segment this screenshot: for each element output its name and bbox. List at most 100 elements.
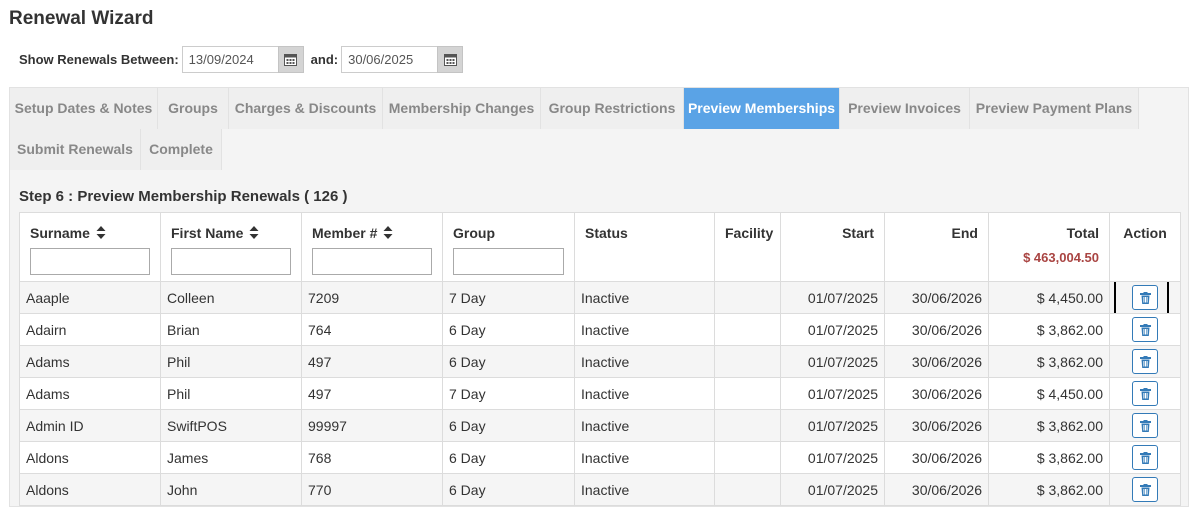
renewals-table: Surname First Name Member # Group Status…: [19, 212, 1181, 506]
end-cell: 30/06/2026: [884, 345, 989, 378]
first-name-cell[interactable]: SwiftPOS: [160, 409, 302, 442]
tab-group-restrictions[interactable]: Group Restrictions: [541, 88, 684, 129]
group-column-header: Group: [442, 212, 575, 282]
status-cell: Inactive: [574, 313, 715, 346]
first-name-sort-header[interactable]: First Name: [171, 225, 259, 241]
member-no-filter-input[interactable]: [312, 248, 432, 275]
tab-preview-payment-plans[interactable]: Preview Payment Plans: [970, 88, 1139, 129]
total-cell: $ 3,862.00: [988, 313, 1110, 346]
table-row: Aaaple Colleen 7209 7 Day Inactive 01/07/2025…: [19, 281, 1181, 314]
member-no-cell[interactable]: 99997: [301, 409, 443, 442]
facility-cell: [714, 281, 781, 314]
tab-membership-changes[interactable]: Membership Changes: [383, 88, 541, 129]
group-cell: 6 Day: [442, 473, 575, 506]
first-name-cell[interactable]: Phil: [160, 345, 302, 378]
and-label: and:: [310, 52, 339, 67]
sort-icon: [249, 226, 259, 239]
page-title: Renewal Wizard: [9, 8, 154, 29]
status-cell: Inactive: [574, 441, 715, 474]
trash-icon: [1139, 419, 1151, 432]
surname-cell[interactable]: Admin ID: [19, 409, 161, 442]
action-cell: [1109, 409, 1181, 442]
delete-button[interactable]: [1132, 381, 1158, 406]
calendar-icon: [284, 54, 298, 66]
facility-cell: [714, 473, 781, 506]
action-cell: [1109, 281, 1181, 314]
sort-icon: [383, 226, 393, 239]
trash-icon: [1139, 355, 1151, 368]
first-name-filter-input[interactable]: [171, 248, 291, 275]
member-no-cell[interactable]: 7209: [301, 281, 443, 314]
total-sum: $ 463,004.50: [1023, 250, 1099, 265]
first-name-cell[interactable]: John: [160, 473, 302, 506]
status-cell: Inactive: [574, 281, 715, 314]
start-cell: 01/07/2025: [780, 377, 885, 410]
trash-icon: [1139, 451, 1151, 464]
first-name-cell[interactable]: James: [160, 441, 302, 474]
member-no-sort-header[interactable]: Member #: [312, 225, 393, 241]
action-cell: [1109, 345, 1181, 378]
start-cell: 01/07/2025: [780, 409, 885, 442]
surname-sort-header[interactable]: Surname: [30, 225, 106, 241]
total-cell: $ 4,450.00: [988, 377, 1110, 410]
start-column-header: Start: [780, 212, 885, 282]
first-name-cell[interactable]: Phil: [160, 377, 302, 410]
delete-button[interactable]: [1132, 349, 1158, 374]
surname-cell[interactable]: Aldons: [19, 473, 161, 506]
member-no-cell[interactable]: 497: [301, 377, 443, 410]
surname-cell[interactable]: Aldons: [19, 441, 161, 474]
delete-button[interactable]: [1132, 285, 1158, 310]
total-header-label: Total: [1066, 225, 1099, 241]
surname-cell[interactable]: Adams: [19, 345, 161, 378]
member-no-cell[interactable]: 497: [301, 345, 443, 378]
tab-charges-discounts[interactable]: Charges & Discounts: [229, 88, 383, 129]
start-cell: 01/07/2025: [780, 281, 885, 314]
facility-cell: [714, 441, 781, 474]
end-date-picker: [341, 46, 464, 73]
table-row: Adairn Brian 764 6 Day Inactive 01/07/2025 30/…: [19, 313, 1181, 346]
tab-preview-memberships[interactable]: Preview Memberships: [684, 88, 840, 129]
facility-cell: [714, 345, 781, 378]
end-cell: 30/06/2026: [884, 441, 989, 474]
start-cell: 01/07/2025: [780, 473, 885, 506]
surname-filter-input[interactable]: [30, 248, 150, 275]
surname-cell[interactable]: Adams: [19, 377, 161, 410]
first-name-cell[interactable]: Colleen: [160, 281, 302, 314]
surname-cell[interactable]: Aaaple: [19, 281, 161, 314]
delete-button[interactable]: [1132, 445, 1158, 470]
surname-column-header: Surname: [19, 212, 161, 282]
status-cell: Inactive: [574, 409, 715, 442]
end-cell: 30/06/2026: [884, 473, 989, 506]
end-date-input[interactable]: [341, 46, 438, 73]
tab-groups[interactable]: Groups: [158, 88, 229, 129]
total-cell: $ 3,862.00: [988, 441, 1110, 474]
total-cell: $ 3,862.00: [988, 345, 1110, 378]
member-no-cell[interactable]: 770: [301, 473, 443, 506]
tab-complete[interactable]: Complete: [141, 129, 222, 170]
step-title: Step 6 : Preview Membership Renewals ( 1…: [19, 188, 348, 205]
tab-submit-renewals[interactable]: Submit Renewals: [10, 129, 141, 170]
group-filter-input[interactable]: [453, 248, 564, 275]
end-date-calendar-button[interactable]: [437, 46, 464, 73]
tab-preview-invoices[interactable]: Preview Invoices: [840, 88, 970, 129]
table-row: Aldons John 770 6 Day Inactive 01/07/2025 30/0…: [19, 473, 1181, 506]
trash-icon: [1139, 291, 1151, 304]
total-cell: $ 3,862.00: [988, 473, 1110, 506]
start-date-input[interactable]: [181, 46, 278, 73]
status-cell: Inactive: [574, 345, 715, 378]
facility-column-header: Facility: [714, 212, 781, 282]
delete-button[interactable]: [1132, 477, 1158, 502]
action-cell: [1109, 377, 1181, 410]
delete-button[interactable]: [1132, 317, 1158, 342]
tab-setup-dates-notes[interactable]: Setup Dates & Notes: [10, 88, 158, 129]
start-cell: 01/07/2025: [780, 313, 885, 346]
first-name-cell[interactable]: Brian: [160, 313, 302, 346]
table-header-row: Surname First Name Member # Group Status…: [19, 212, 1181, 282]
wizard-panel: Setup Dates & Notes Groups Charges & Dis…: [9, 87, 1189, 507]
start-date-calendar-button[interactable]: [277, 46, 304, 73]
delete-button[interactable]: [1132, 413, 1158, 438]
surname-cell[interactable]: Adairn: [19, 313, 161, 346]
member-no-cell[interactable]: 768: [301, 441, 443, 474]
start-cell: 01/07/2025: [780, 441, 885, 474]
member-no-cell[interactable]: 764: [301, 313, 443, 346]
